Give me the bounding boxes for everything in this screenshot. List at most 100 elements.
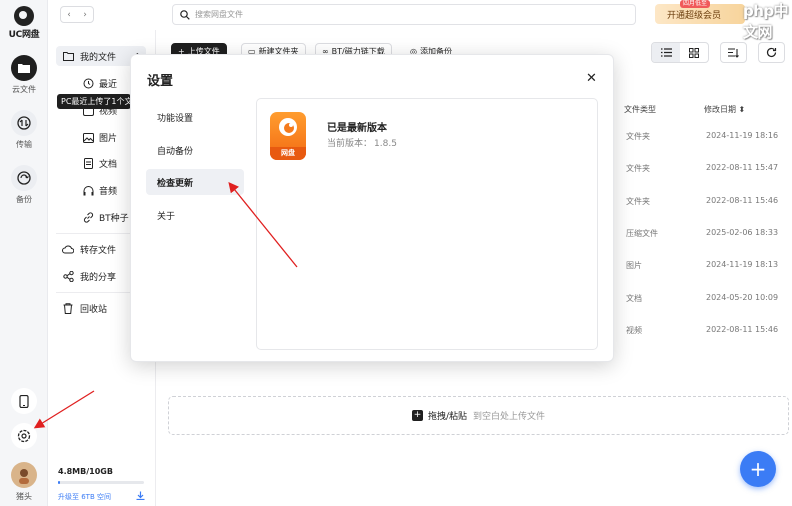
- uc-drive-app-icon: 网盘: [270, 112, 306, 160]
- user-name: 猪头: [16, 492, 32, 501]
- file-row-date: 2022-08-11 15:46: [706, 196, 779, 205]
- sidebar-item-bt[interactable]: BT种子: [82, 211, 129, 224]
- view-mode-toggle: [651, 42, 709, 63]
- vip-label: 开通超级会员: [667, 10, 722, 21]
- file-row-date: 2024-05-20 10:09: [706, 293, 779, 302]
- storage-usage: 4.8MB/10GB: [58, 467, 113, 476]
- search-icon: [180, 9, 190, 20]
- upgrade-storage-link[interactable]: 升级至 6TB 空间: [58, 492, 111, 502]
- top-bar: ‹ › 搜索网盘文件 开通超级会员 四月低至 php中文网: [48, 0, 792, 41]
- sidebar-item-audio[interactable]: 音频: [82, 184, 117, 197]
- file-row-date: 2022-08-11 15:47: [706, 163, 779, 172]
- sidebar-item-recent[interactable]: 最近: [82, 77, 117, 90]
- sidebar-item-recycle[interactable]: 回收站: [62, 302, 107, 315]
- sort-desc-icon: ⬍: [738, 105, 746, 114]
- file-row-date: 2024-11-19 18:16: [706, 131, 779, 140]
- settings-dialog: 设置 ✕ 功能设置 自动备份 检查更新 关于 网盘 已是最新版本 当前版本： 1.…: [130, 54, 614, 362]
- logo-text: UC网盘: [8, 30, 40, 40]
- settings-tab-label: 关于: [157, 211, 176, 222]
- column-header-type[interactable]: 文件类型: [624, 104, 656, 115]
- sidebar-item-label: 我的文件: [80, 53, 117, 63]
- trash-icon: [62, 303, 74, 315]
- dropzone-hint: 到空白处上传文件: [473, 412, 546, 422]
- close-icon[interactable]: ✕: [586, 71, 597, 86]
- sidebar-item-my-files[interactable]: 我的文件 ⌃: [62, 50, 141, 63]
- sidebar-item-images[interactable]: 图片: [82, 131, 117, 144]
- settings-tab-label: 功能设置: [157, 113, 194, 124]
- file-row-type[interactable]: 视频: [626, 325, 642, 336]
- settings-tab-label: 自动备份: [157, 146, 194, 157]
- sidebar-item-transfer[interactable]: 转存文件: [62, 243, 116, 256]
- version-number: 1.8.5: [374, 139, 397, 149]
- sort-button[interactable]: [720, 42, 747, 63]
- upload-dropzone[interactable]: + 拖拽/粘贴 到空白处上传文件: [168, 396, 789, 435]
- file-row-type[interactable]: 文件夹: [626, 163, 650, 174]
- settings-tab-features[interactable]: 功能设置: [146, 104, 244, 130]
- settings-tab-check-update[interactable]: 检查更新: [146, 169, 244, 195]
- file-row-date: 2022-08-11 15:46: [706, 325, 779, 334]
- file-row-date: 2024-11-19 18:13: [706, 260, 779, 269]
- document-icon: [82, 158, 94, 170]
- cloud-transfer-icon: [62, 244, 74, 256]
- back-icon[interactable]: ‹: [61, 7, 77, 22]
- settings-tab-auto-backup[interactable]: 自动备份: [146, 137, 244, 163]
- plus-icon: +: [411, 410, 423, 421]
- file-row-type[interactable]: 文档: [626, 293, 642, 304]
- rail-label: 云文件: [12, 85, 36, 94]
- list-view-icon[interactable]: [652, 43, 680, 62]
- grid-view-icon[interactable]: [680, 43, 708, 62]
- vip-promo-badge: 四月低至: [680, 0, 711, 8]
- rail-settings-button[interactable]: [8, 423, 40, 449]
- folder-icon: [62, 51, 74, 63]
- sidebar-item-label: BT种子: [99, 214, 129, 224]
- watermark: php中文网: [743, 2, 789, 41]
- column-header-date-label: 修改日期: [704, 105, 736, 114]
- rail-label: 备份: [16, 195, 32, 204]
- sort-icon: [728, 47, 739, 58]
- transfer-icon: [11, 110, 37, 136]
- app-icon-label: 网盘: [270, 147, 306, 160]
- phone-icon: [11, 388, 37, 414]
- rail-transfer[interactable]: 传输: [8, 110, 40, 150]
- sidebar-item-label: 文档: [99, 160, 118, 170]
- refresh-button[interactable]: [758, 42, 785, 63]
- sidebar-item-label: 音频: [99, 187, 118, 197]
- rail-cloud-files[interactable]: 云文件: [8, 55, 40, 95]
- settings-tab-about[interactable]: 关于: [146, 202, 244, 228]
- sidebar-item-docs[interactable]: 文档: [82, 157, 117, 170]
- sidebar-item-label: 我的分享: [80, 273, 117, 283]
- download-icon[interactable]: [136, 491, 145, 503]
- search-box[interactable]: 搜索网盘文件: [172, 4, 636, 25]
- dropzone-label: 拖拽/粘贴: [427, 412, 468, 422]
- gear-icon: [11, 423, 37, 449]
- file-row-type[interactable]: 文件夹: [626, 131, 650, 142]
- squirrel-logo-icon: [14, 6, 34, 26]
- file-row-type[interactable]: 文件夹: [626, 196, 650, 207]
- sidebar-item-label: 图片: [99, 134, 118, 144]
- sidebar-item-share[interactable]: 我的分享: [62, 270, 116, 283]
- image-icon: [82, 132, 94, 144]
- file-row-type[interactable]: 图片: [626, 260, 642, 271]
- update-status: 已是最新版本: [327, 123, 387, 134]
- file-row-type[interactable]: 压缩文件: [626, 228, 658, 239]
- user-avatar-button[interactable]: 猪头: [8, 462, 40, 502]
- backup-icon: [11, 165, 37, 191]
- rail-backup[interactable]: 备份: [8, 165, 40, 205]
- sidebar-item-label: 转存文件: [80, 246, 117, 256]
- rail-phone-button[interactable]: [8, 388, 40, 414]
- recent-upload-tooltip: PC最近上传了1个文件: [57, 94, 131, 109]
- search-input[interactable]: 搜索网盘文件: [195, 9, 243, 20]
- left-rail: UC网盘 云文件 传输 备份 猪头: [0, 0, 48, 506]
- column-header-date[interactable]: 修改日期 ⬍: [704, 104, 745, 115]
- history-nav: ‹ ›: [60, 6, 94, 23]
- folder-icon: [11, 55, 37, 81]
- settings-tab-label: 检查更新: [157, 178, 194, 189]
- version-label: 当前版本：: [327, 139, 373, 149]
- storage-bar: [58, 481, 144, 484]
- clock-icon: [82, 78, 94, 90]
- add-fab-button[interactable]: +: [740, 451, 776, 487]
- forward-icon[interactable]: ›: [77, 7, 93, 22]
- link-icon: [82, 212, 94, 224]
- rail-label: 传输: [16, 140, 32, 149]
- refresh-icon: [766, 47, 777, 58]
